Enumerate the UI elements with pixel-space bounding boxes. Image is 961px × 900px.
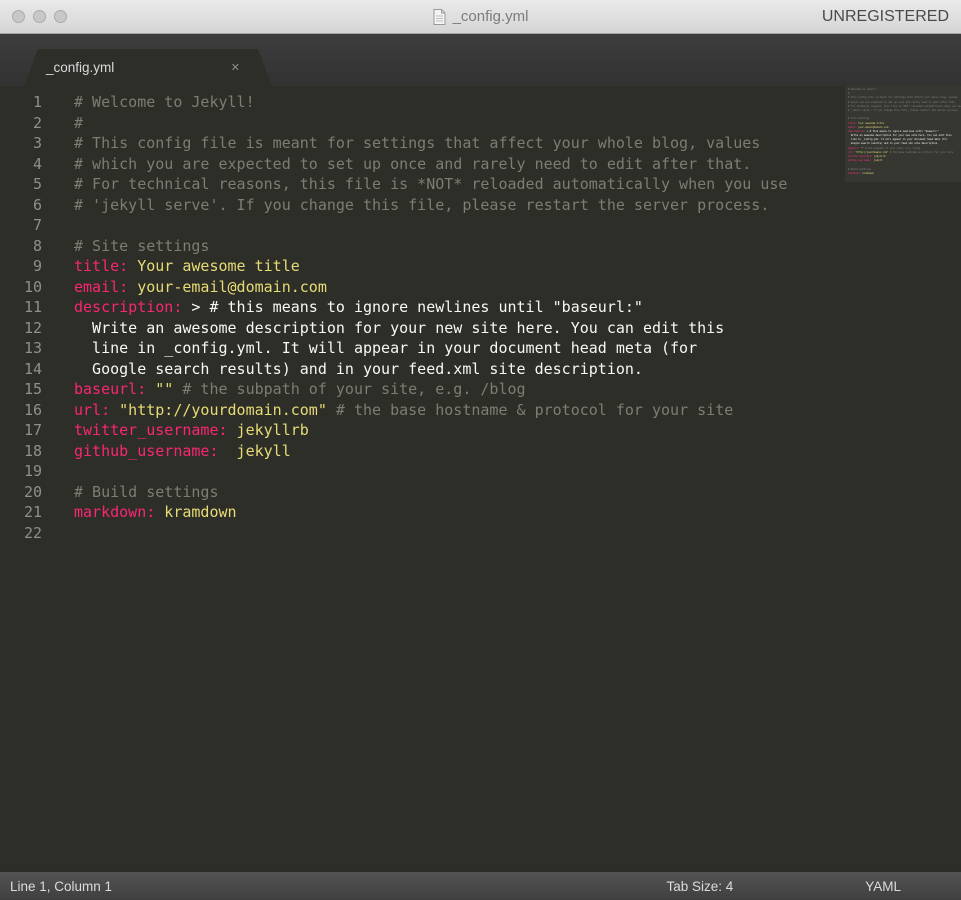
tab-config-yml[interactable]: _config.yml ✕: [24, 49, 272, 86]
titlebar: _config.yml UNREGISTERED: [0, 0, 961, 34]
minimap[interactable]: # Welcome to Jekyll! # # This config file …: [845, 86, 961, 871]
line-number: 1: [32, 93, 42, 111]
code-line: description: > # this means to ignore ne…: [74, 298, 643, 316]
code-line: # which you are expected to set up once …: [74, 154, 752, 173]
line-number: 5: [32, 175, 42, 193]
window-controls: [12, 0, 67, 33]
line-number: 2: [32, 113, 42, 132]
line-number: 21: [23, 503, 42, 521]
code-line: markdown: kramdown: [74, 503, 237, 521]
tab-close-icon[interactable]: ✕: [231, 61, 240, 74]
code-line: #: [74, 113, 84, 132]
code-line: url: "http://yourdomain.com" # the base …: [74, 400, 734, 419]
code-line: # Welcome to Jekyll!: [74, 93, 255, 111]
code-line: Write an awesome description for your ne…: [74, 318, 725, 337]
line-number: 14: [23, 359, 42, 378]
gutter: 1 2 3 4 5 6 7 8 9 10 11 12 13 14 15 16 17 18 19 20 21 22: [0, 86, 58, 871]
window-title: _config.yml: [452, 8, 529, 25]
line-number: 6: [32, 195, 42, 214]
window-title-group: _config.yml: [433, 8, 529, 25]
syntax-indicator[interactable]: YAML: [865, 879, 901, 894]
line-number: 11: [23, 298, 42, 316]
code-line: baseurl: "" # the subpath of your site, …: [74, 380, 526, 398]
line-number: 19: [23, 462, 42, 480]
code-lines[interactable]: # Welcome to Jekyll! # # This config file …: [58, 86, 961, 871]
line-number: 16: [23, 400, 42, 419]
code-line: # Build settings: [74, 482, 219, 501]
document-icon: [433, 8, 446, 25]
zoom-window-button[interactable]: [54, 10, 67, 23]
line-number: 12: [23, 318, 42, 337]
line-number: 7: [32, 216, 42, 234]
status-bar: Line 1, Column 1 Tab Size: 4 YAML: [0, 871, 961, 900]
line-number: 9: [32, 257, 42, 275]
line-number: 20: [23, 482, 42, 501]
line-number: 15: [23, 380, 42, 398]
code-line: email: your-email@domain.com: [74, 277, 327, 296]
tab-size-indicator[interactable]: Tab Size: 4: [666, 879, 733, 894]
close-window-button[interactable]: [12, 10, 25, 23]
code-line: title: Your awesome title: [74, 257, 300, 275]
code-line: line in _config.yml. It will appear in y…: [74, 339, 698, 357]
line-number: 22: [23, 523, 42, 542]
tab-bar: _config.yml ✕: [0, 34, 961, 86]
minimize-window-button[interactable]: [33, 10, 46, 23]
app-window: _config.yml UNREGISTERED _config.yml ✕ 1…: [0, 0, 961, 900]
minimap-viewport[interactable]: [845, 86, 961, 182]
line-number: 13: [23, 339, 42, 357]
code-line: # Site settings: [74, 236, 210, 255]
code-line: Google search results) and in your feed.…: [74, 359, 643, 378]
code-line: # For technical reasons, this file is *N…: [74, 175, 788, 193]
line-number: 3: [32, 134, 42, 152]
editor[interactable]: 1 2 3 4 5 6 7 8 9 10 11 12 13 14 15 16 17 18 19 20 21 22 # We…: [0, 86, 961, 871]
line-number: 10: [23, 277, 42, 296]
code-line: # This config file is meant for settings…: [74, 134, 761, 152]
code-line: twitter_username: jekyllrb: [74, 421, 309, 439]
cursor-position: Line 1, Column 1: [10, 878, 113, 894]
tab-label: _config.yml: [46, 60, 115, 75]
code-line: # 'jekyll serve'. If you change this fil…: [74, 195, 770, 214]
line-number: 8: [32, 236, 42, 255]
line-number: 4: [32, 154, 42, 173]
registration-status: UNREGISTERED: [821, 7, 949, 25]
line-number: 17: [23, 421, 42, 439]
code-line: github_username: jekyll: [74, 441, 291, 460]
line-number: 18: [23, 441, 42, 460]
